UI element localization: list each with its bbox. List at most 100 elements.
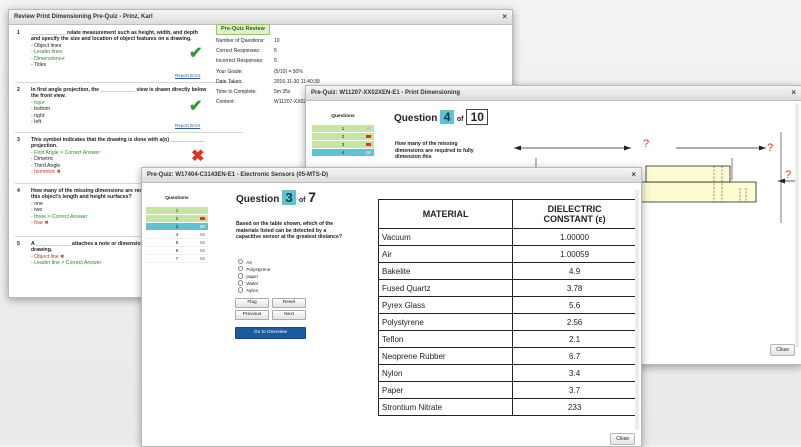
sensor-question-text: Based on the table shown, which of the m… bbox=[236, 221, 343, 241]
table-row: Bakelite 4.9 bbox=[377, 262, 637, 280]
table-row: Polystyrene 2.56 bbox=[377, 313, 637, 331]
nav-question-5[interactable]: 5 bbox=[146, 239, 208, 247]
total-questions: 10 bbox=[466, 109, 489, 125]
arrowhead bbox=[514, 145, 521, 151]
flag-button[interactable]: Flag bbox=[235, 298, 269, 308]
flag-icon bbox=[366, 126, 371, 130]
table-row: Vacuum 1.00000 bbox=[377, 228, 637, 246]
dielectric-cell: 6.7 bbox=[512, 347, 637, 365]
nav-question-1[interactable]: 1 bbox=[146, 207, 208, 215]
question-text: This symbol indicates that the drawing i… bbox=[31, 137, 206, 150]
print-question-text: How many of the missing dimensions are r… bbox=[395, 141, 474, 161]
radio-icon[interactable] bbox=[238, 273, 244, 279]
option: - Titles bbox=[31, 62, 47, 69]
review-close-icon[interactable]: × bbox=[502, 10, 507, 24]
radio-icon[interactable] bbox=[238, 287, 244, 293]
nav-number: 1 bbox=[175, 208, 179, 213]
arrowhead bbox=[778, 178, 785, 184]
missing-dimension-mark: ? bbox=[767, 142, 773, 154]
of-word: of bbox=[456, 116, 464, 123]
of-word: of bbox=[298, 197, 306, 204]
material-header: MATERIAL bbox=[377, 199, 514, 229]
nav-number: 2 bbox=[341, 134, 345, 139]
previous-button[interactable]: Previous bbox=[235, 310, 269, 320]
dielectric-cell: 3.7 bbox=[512, 381, 637, 399]
nav-question-1[interactable]: 1 bbox=[312, 125, 374, 133]
option-paper[interactable]: paper bbox=[238, 273, 270, 280]
sensor-scrollbar[interactable] bbox=[635, 190, 639, 430]
flag-icon bbox=[366, 150, 371, 154]
nav-question-4[interactable]: 4 bbox=[146, 231, 208, 239]
nav-question-6[interactable]: 6 bbox=[146, 247, 208, 255]
dielectric-header-line1: DIELECTRIC bbox=[547, 204, 602, 214]
report-error-link[interactable]: Report Error bbox=[175, 123, 200, 128]
table-row: Nylon 3.4 bbox=[377, 364, 637, 382]
radio-icon[interactable] bbox=[238, 259, 244, 265]
nav-question-7[interactable]: 7 bbox=[146, 255, 208, 263]
nav-question-2[interactable]: 2 bbox=[146, 215, 208, 223]
dielectric-cell: 4.9 bbox=[512, 262, 637, 280]
option-label: Air bbox=[246, 259, 253, 265]
nav-question-3[interactable]: 3 bbox=[312, 141, 374, 149]
material-cell: Teflon bbox=[377, 330, 514, 348]
flag-icon bbox=[366, 142, 371, 146]
dielectric-header: DIELECTRIC CONSTANT (ε) bbox=[512, 199, 637, 229]
question-number: 5 bbox=[17, 241, 20, 247]
summary-key: Number of Questions: bbox=[216, 38, 265, 44]
flag-icon bbox=[200, 256, 205, 260]
material-cell: Polystyrene bbox=[377, 313, 514, 331]
question-word: Question bbox=[394, 113, 438, 124]
nav-question-3[interactable]: 3 bbox=[146, 223, 208, 231]
radio-icon[interactable] bbox=[238, 280, 244, 286]
material-cell: Nylon bbox=[377, 364, 514, 382]
nav-number: 3 bbox=[341, 142, 345, 147]
nav-number: 2 bbox=[175, 216, 179, 221]
sensor-quiz-close-icon[interactable]: × bbox=[631, 168, 636, 182]
option-polystyrene[interactable]: Polystyrene bbox=[238, 266, 270, 273]
sensor-close-button[interactable]: Close bbox=[610, 433, 635, 445]
print-question-counter: Question 4 of 10 bbox=[394, 109, 489, 125]
reset-button[interactable]: Reset bbox=[272, 298, 306, 308]
divider bbox=[15, 132, 243, 133]
summary-key: Correct Responses: bbox=[216, 48, 261, 55]
summary-key: Time to Complete: bbox=[216, 89, 257, 96]
sensor-quiz-titlebar: Pre-Quiz: W17404-C3143EN-E1 - Electronic… bbox=[142, 168, 641, 183]
summary-key: Date Taken: bbox=[216, 78, 243, 85]
summary-value: 5 bbox=[274, 48, 277, 55]
print-close-button[interactable]: Close bbox=[770, 344, 795, 356]
option-air[interactable]: Air bbox=[238, 259, 270, 266]
summary-row: Your Grade: (5/10) = 50% bbox=[216, 67, 320, 77]
summary-key: Incorrect Responses: bbox=[216, 58, 264, 65]
flag-icon bbox=[200, 232, 205, 236]
sensor-quiz-title: Pre-Quiz: W17404-C3143EN-E1 - Electronic… bbox=[147, 172, 329, 178]
option-label: Water bbox=[246, 281, 259, 287]
missing-dimension-mark: ? bbox=[643, 138, 649, 150]
option-label: Polystyrene bbox=[246, 266, 271, 272]
option-nylon[interactable]: Nylon bbox=[238, 287, 270, 294]
dielectric-cell: 3.78 bbox=[512, 279, 637, 297]
option-water[interactable]: Water bbox=[238, 280, 270, 287]
print-quiz-close-icon[interactable]: × bbox=[791, 86, 796, 100]
question-number: 2 bbox=[17, 87, 20, 93]
summary-value: 5 bbox=[274, 58, 277, 65]
summary-key: Content: bbox=[216, 99, 235, 106]
nav-number: 4 bbox=[175, 232, 179, 237]
flag-icon bbox=[200, 240, 205, 244]
nav-number: 4 bbox=[341, 150, 345, 155]
go-to-overview-button[interactable]: Go to Overview bbox=[235, 327, 306, 339]
nav-number: 5 bbox=[175, 240, 179, 245]
nav-question-2[interactable]: 2 bbox=[312, 133, 374, 141]
review-question-1: 1 ____________ relate measurement such a… bbox=[17, 30, 207, 68]
radio-icon[interactable] bbox=[238, 266, 244, 272]
table-row: Paper 3.7 bbox=[377, 381, 637, 399]
print-scrollbar[interactable] bbox=[795, 103, 799, 347]
summary-row: Correct Responses: 5 bbox=[216, 46, 320, 56]
nav-number: 6 bbox=[175, 248, 179, 253]
report-error-link[interactable]: Report Error bbox=[175, 73, 200, 78]
table-row: Strontium Nitrate 233 bbox=[377, 398, 637, 416]
current-question-number: 4 bbox=[440, 110, 455, 124]
summary-value: (5/10) = 50% bbox=[274, 68, 303, 75]
next-button[interactable]: Next bbox=[272, 310, 306, 320]
nav-question-4[interactable]: 4 bbox=[312, 149, 374, 157]
question-options: - top✔ - bottom - right - left bbox=[31, 100, 207, 126]
